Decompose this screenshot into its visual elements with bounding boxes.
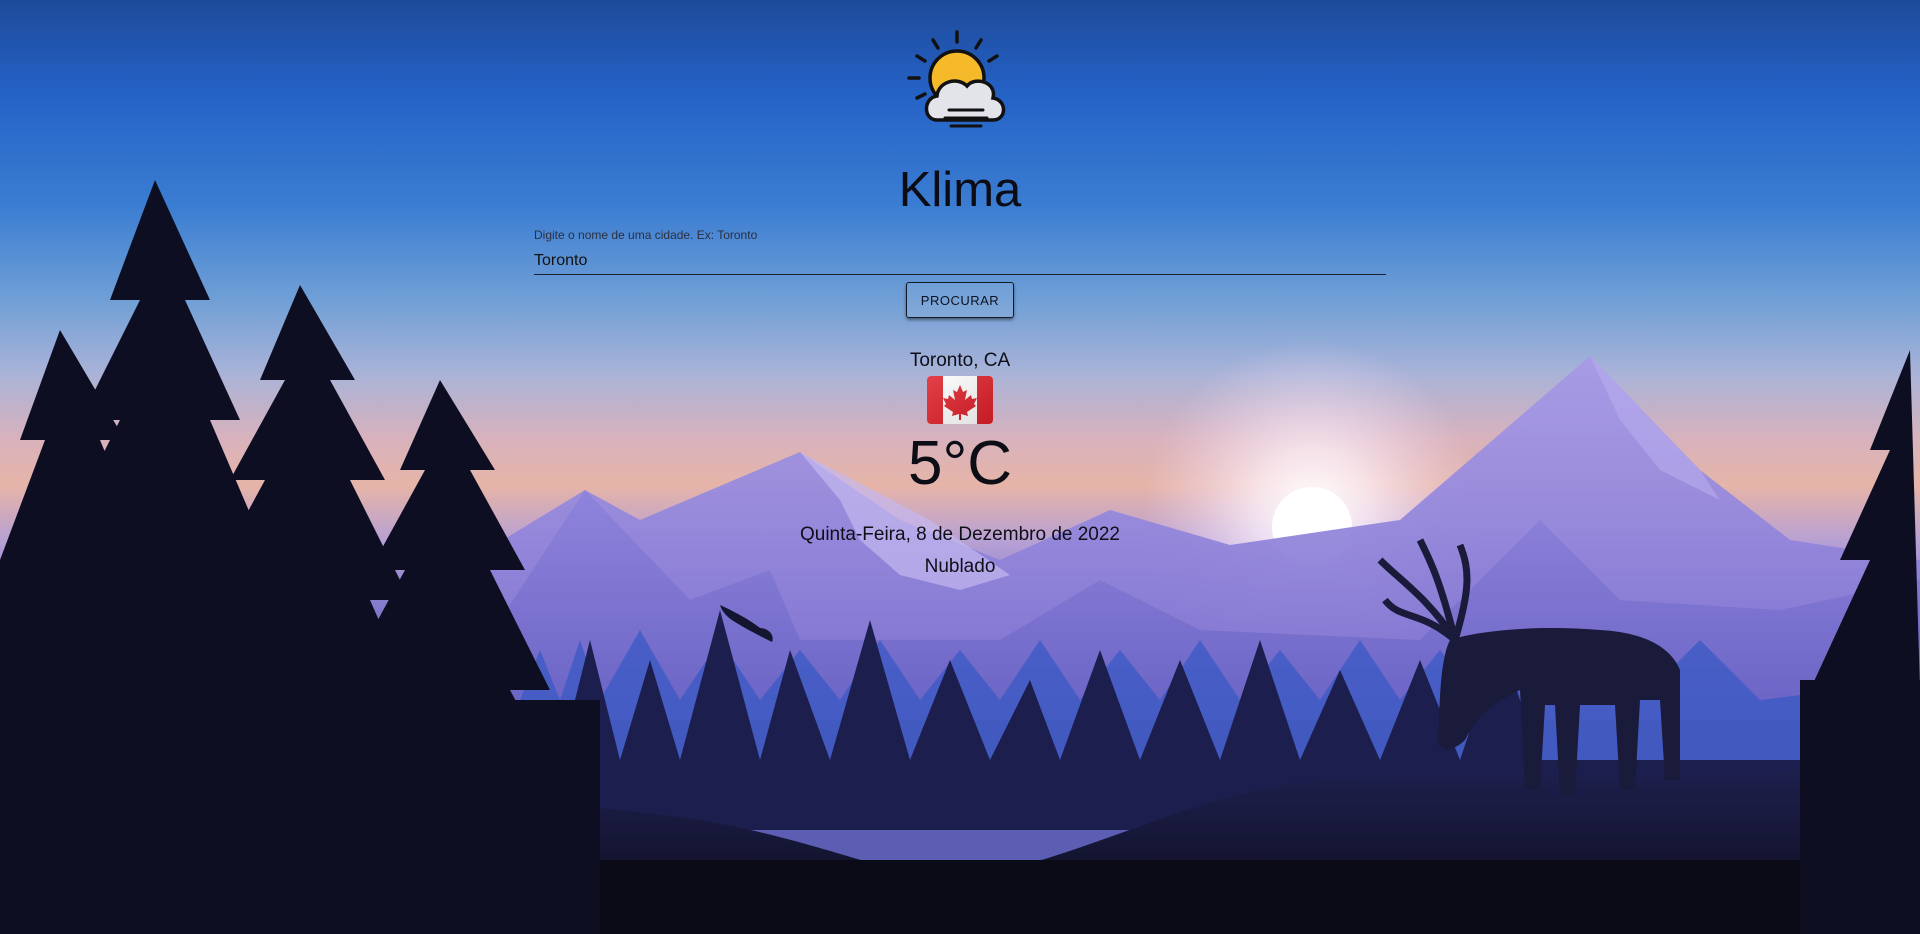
canada-flag-icon [927, 376, 993, 424]
city-search-field: Digite o nome de uma cidade. Ex: Toronto [534, 228, 1386, 278]
app-title: Klima [898, 163, 1022, 217]
date-label: Quinta-Feira, 8 de Dezembro de 2022 [799, 524, 1120, 545]
temperature-value: 5°C [907, 429, 1013, 498]
location-label: Toronto, CA [909, 350, 1011, 371]
city-search-label: Digite o nome de uma cidade. Ex: Toronto [534, 228, 758, 242]
condition-label: Nublado [924, 556, 996, 577]
search-button[interactable]: PROCURAR [906, 282, 1014, 318]
main-content: Klima Digite o nome de uma cidade. Ex: T… [0, 0, 1920, 934]
city-search-input[interactable] [534, 248, 1386, 275]
partly-cloudy-icon [907, 30, 1006, 128]
app-root: Klima Digite o nome de uma cidade. Ex: T… [0, 0, 1920, 934]
